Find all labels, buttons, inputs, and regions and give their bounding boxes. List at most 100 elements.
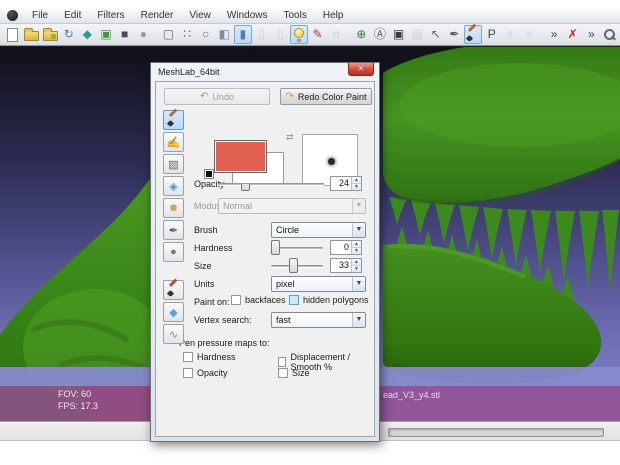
- pick-color-tool-icon[interactable]: ✒: [163, 220, 184, 240]
- backfaces-label: backfaces: [245, 295, 286, 305]
- checkbox-box[interactable]: [278, 357, 287, 367]
- checkbox-box[interactable]: [183, 352, 193, 362]
- modus-dropdown[interactable]: Normal ▼: [218, 198, 366, 214]
- redo-icon: ↷: [285, 91, 294, 102]
- units-label: Units: [194, 279, 215, 289]
- menu-help[interactable]: Help: [315, 8, 352, 24]
- mesh-sculpt-tool-icon[interactable]: [163, 280, 184, 300]
- save-project-icon[interactable]: [41, 25, 59, 44]
- smooth-sphere-tool-icon[interactable]: ●: [163, 242, 184, 262]
- size-spinbox[interactable]: 33 ▲ ▼: [330, 258, 362, 273]
- clone-tool-icon[interactable]: ◈: [163, 176, 184, 196]
- opacity-value: 24: [338, 178, 349, 188]
- point-pick-icon[interactable]: ↖: [427, 25, 445, 44]
- hardness-label: Hardness: [194, 243, 233, 253]
- quality-mapper-icon[interactable]: P: [483, 25, 501, 44]
- bbox-render-icon[interactable]: ▢: [160, 25, 178, 44]
- checkbox-box[interactable]: [289, 295, 299, 305]
- paint-tool-icon[interactable]: [163, 110, 184, 130]
- overflow-right-icon[interactable]: »: [583, 25, 601, 44]
- vertex-search-label: Vertex search:: [194, 315, 252, 325]
- gradient-tool-icon[interactable]: ▧: [163, 154, 184, 174]
- align-b-icon[interactable]: ✳: [520, 25, 538, 44]
- disc-icon[interactable]: ●: [134, 25, 152, 44]
- backfaces-checkbox[interactable]: backfaces: [231, 295, 286, 305]
- hardness-spin-arrows[interactable]: ▲ ▼: [351, 241, 361, 254]
- water-tool-icon[interactable]: ◆: [163, 302, 184, 322]
- opacity-spinbox[interactable]: 24 ▲ ▼: [330, 176, 362, 191]
- menu-filters[interactable]: Filters: [89, 8, 132, 24]
- light-icon[interactable]: [290, 25, 308, 44]
- redo-color-paint-button[interactable]: ↷ Redo Color Paint: [280, 88, 372, 105]
- dialog-titlebar[interactable]: MeshLab_64bit ✕: [152, 63, 378, 80]
- trackball-icon[interactable]: ⊕: [352, 25, 370, 44]
- checkbox-box[interactable]: [231, 295, 241, 305]
- paint-brush-icon[interactable]: [464, 25, 482, 44]
- opacity-spin-arrows[interactable]: ▲ ▼: [351, 177, 361, 190]
- pen-size-checkbox[interactable]: Size: [278, 368, 310, 378]
- swap-colors-icon[interactable]: ⇄: [286, 132, 294, 143]
- paint-tool-icon: [167, 113, 181, 127]
- smudge-tool-icon[interactable]: ∿: [163, 324, 184, 344]
- stamp-tool-icon[interactable]: ☻: [163, 198, 184, 218]
- delete-mesh-icon[interactable]: ✗: [564, 25, 582, 44]
- units-dropdown[interactable]: pixel ▼: [271, 276, 366, 292]
- size-slider[interactable]: [271, 258, 323, 274]
- wireframe-render-icon[interactable]: ○: [197, 25, 215, 44]
- foreground-color-swatch[interactable]: [214, 140, 267, 173]
- annotation-icon[interactable]: Ⓐ: [371, 25, 389, 44]
- vertex-search-dropdown[interactable]: fast ▼: [271, 312, 366, 328]
- overflow-left-icon[interactable]: »: [545, 25, 563, 44]
- snapshot-icon[interactable]: ◆: [79, 25, 97, 44]
- texture-b-icon[interactable]: ▯: [271, 25, 289, 44]
- menu-bar: File Edit Filters Render View Windows Tools Hel…: [0, 8, 620, 24]
- selection-area-icon[interactable]: ◌: [327, 25, 345, 44]
- pen-opacity-checkbox[interactable]: Opacity: [183, 368, 228, 378]
- shader-icon[interactable]: ▣: [390, 25, 408, 44]
- menu-render[interactable]: Render: [133, 8, 182, 24]
- cube-icon[interactable]: ■: [116, 25, 134, 44]
- open-project-icon[interactable]: [23, 25, 41, 44]
- search-icon[interactable]: [601, 25, 619, 44]
- align-a-icon[interactable]: ✳: [502, 25, 520, 44]
- menu-windows[interactable]: Windows: [219, 8, 276, 24]
- new-project-icon[interactable]: [4, 25, 22, 44]
- pen-opacity-label: Opacity: [197, 368, 228, 378]
- hidden-polygons-checkbox[interactable]: hidden polygons: [289, 295, 369, 305]
- layers-icon[interactable]: ▤: [408, 25, 426, 44]
- menu-view[interactable]: View: [181, 8, 219, 24]
- hardness-spinbox[interactable]: 0 ▲ ▼: [330, 240, 362, 255]
- undo-label: Undo: [212, 91, 234, 102]
- main-toolbar: ↻ ◆ ▣ ■ ● ▢ ∷ ○ ◧ ▮ ▯ ▯ ✎ ◌ ⊕ Ⓐ ▣ ▤ ↖ ✒ P ✳ ✳» ✗»: [0, 24, 620, 46]
- save-project-icon: [42, 28, 58, 41]
- redo-label: Redo Color Paint: [297, 91, 367, 102]
- close-icon[interactable]: ✕: [348, 63, 374, 76]
- menu-file[interactable]: File: [24, 8, 56, 24]
- texture-a-icon[interactable]: ▯: [253, 25, 271, 44]
- mesh-sculpt-tool-icon: [167, 283, 181, 297]
- menu-edit[interactable]: Edit: [56, 8, 89, 24]
- selection-pen-icon[interactable]: ✎: [309, 25, 327, 44]
- measure-icon[interactable]: ✒: [446, 25, 464, 44]
- meshlab-window: File Edit Filters Render View Windows Tools Hel…: [0, 0, 620, 465]
- points-render-icon[interactable]: ∷: [178, 25, 196, 44]
- hardness-slider[interactable]: [271, 240, 323, 256]
- reload-icon[interactable]: ↻: [60, 25, 78, 44]
- size-value: 33: [338, 260, 349, 270]
- new-project-icon: [7, 27, 19, 42]
- undo-button[interactable]: ↶ Undo: [164, 88, 270, 105]
- menu-tools[interactable]: Tools: [275, 8, 314, 24]
- reset-colors-icon[interactable]: [205, 170, 213, 178]
- import-image-icon[interactable]: ▣: [97, 25, 115, 44]
- checkbox-box[interactable]: [183, 368, 193, 378]
- brush-dropdown[interactable]: Circle ▼: [271, 222, 366, 238]
- pen-hardness-checkbox[interactable]: Hardness: [183, 352, 236, 362]
- statusbar-recessed-panel: [388, 428, 604, 437]
- size-spin-arrows[interactable]: ▲ ▼: [351, 259, 361, 272]
- fill-tool-icon[interactable]: ✍: [163, 132, 184, 152]
- smooth-shading-icon[interactable]: ▮: [234, 25, 252, 44]
- checkbox-box[interactable]: [278, 368, 288, 378]
- chevron-down-icon: ▼: [352, 199, 365, 213]
- dialog-title: MeshLab_64bit: [158, 67, 220, 77]
- flat-shading-icon[interactable]: ◧: [215, 25, 233, 44]
